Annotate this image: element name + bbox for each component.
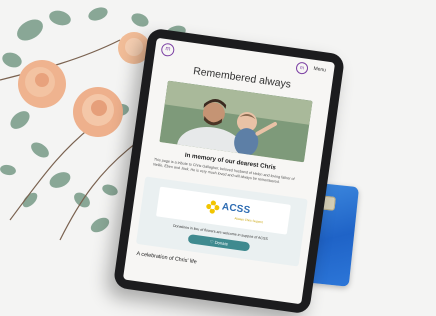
memorial-photo (159, 80, 313, 163)
charity-name: ACSS (221, 201, 252, 217)
product-mockup-scene: m m Menu Remembered always In memory of … (0, 0, 436, 316)
menu-button[interactable]: Menu (313, 66, 326, 74)
menu-icon[interactable]: m (295, 61, 309, 75)
charity-flower-icon (206, 200, 220, 214)
tablet-screen: m m Menu Remembered always In memory of … (122, 37, 336, 305)
charity-subtitle: Always Chris Support (234, 216, 264, 225)
donation-panel: ACSS Always Chris Support Donations in l… (135, 176, 308, 267)
brand-logo-icon[interactable]: m (160, 42, 176, 58)
tablet-device: m m Menu Remembered always In memory of … (112, 27, 346, 315)
father-and-baby-photo (159, 80, 313, 163)
